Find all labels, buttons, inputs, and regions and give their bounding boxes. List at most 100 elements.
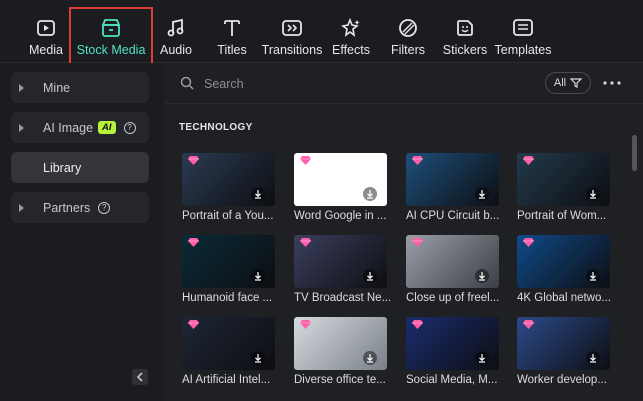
sidebar-item-label: Partners xyxy=(43,200,91,215)
help-icon[interactable]: ? xyxy=(98,201,111,214)
tab-titles[interactable]: Titles xyxy=(212,0,252,62)
sidebar-item-label: Library xyxy=(43,160,82,175)
thumbnail[interactable] xyxy=(294,317,387,370)
premium-gem-icon xyxy=(188,320,199,329)
media-caption: Diverse office te... xyxy=(294,374,386,386)
stickers-icon xyxy=(455,14,475,42)
media-card[interactable]: 4K Global netwo... xyxy=(517,235,611,304)
thumbnail[interactable] xyxy=(406,153,499,206)
thumbnail[interactable] xyxy=(294,235,387,288)
filters-icon xyxy=(398,14,418,42)
tab-filters[interactable]: Filters xyxy=(388,0,428,62)
tab-transitions[interactable]: Transitions xyxy=(262,0,322,62)
media-card[interactable]: Worker develop... xyxy=(517,317,611,386)
media-caption: Portrait of a You... xyxy=(182,210,274,222)
media-card[interactable]: AI Artificial Intel... xyxy=(182,317,276,386)
download-icon[interactable] xyxy=(475,269,489,283)
stock-media-icon xyxy=(100,14,122,42)
more-icon xyxy=(603,81,621,85)
download-icon[interactable] xyxy=(586,269,600,283)
collapse-sidebar-button[interactable] xyxy=(132,369,148,385)
premium-gem-icon xyxy=(300,156,311,165)
media-card[interactable]: Portrait of a You... xyxy=(182,153,276,222)
transitions-icon xyxy=(281,14,303,42)
thumbnail[interactable] xyxy=(182,317,275,370)
premium-gem-icon xyxy=(188,238,199,247)
sidebar-item-partners[interactable]: Partners ? xyxy=(11,192,149,223)
download-icon[interactable] xyxy=(251,187,265,201)
sidebar-item-label: AI Image xyxy=(43,120,94,135)
download-icon[interactable] xyxy=(251,269,265,283)
expand-arrow-icon xyxy=(19,203,24,212)
media-card[interactable]: Humanoid face ... xyxy=(182,235,276,304)
media-caption: Close up of freel... xyxy=(406,292,500,304)
expand-arrow-icon xyxy=(19,123,24,132)
media-card[interactable]: Diverse office te... xyxy=(294,317,388,386)
section-title: TECHNOLOGY xyxy=(179,122,253,133)
premium-gem-icon xyxy=(523,320,534,329)
media-caption: AI Artificial Intel... xyxy=(182,374,271,386)
tab-media[interactable]: Media xyxy=(26,0,66,62)
premium-gem-icon xyxy=(412,320,423,329)
premium-gem-icon xyxy=(300,320,311,329)
premium-gem-icon xyxy=(300,238,311,247)
download-icon[interactable] xyxy=(475,187,489,201)
download-icon[interactable] xyxy=(363,187,377,201)
top-toolbar: Media Stock Media Audio Titles Transitio… xyxy=(0,0,643,65)
download-icon[interactable] xyxy=(475,351,489,365)
tab-audio[interactable]: Audio xyxy=(156,0,196,62)
tab-stock-media[interactable]: Stock Media xyxy=(76,0,146,62)
titles-icon xyxy=(222,14,242,42)
help-icon[interactable]: ? xyxy=(123,121,136,134)
templates-icon xyxy=(512,14,534,42)
media-icon xyxy=(36,14,56,42)
media-caption: 4K Global netwo... xyxy=(517,292,611,304)
tab-label: Transitions xyxy=(261,43,323,57)
thumbnail[interactable] xyxy=(517,317,610,370)
premium-gem-icon xyxy=(523,156,534,165)
thumbnail[interactable] xyxy=(406,235,499,288)
download-icon[interactable] xyxy=(363,351,377,365)
sidebar-item-mine[interactable]: Mine xyxy=(11,72,149,103)
tab-stickers[interactable]: Stickers xyxy=(442,0,488,62)
tab-templates[interactable]: Templates xyxy=(495,0,552,62)
more-options-button[interactable] xyxy=(602,75,622,91)
download-icon[interactable] xyxy=(363,269,377,283)
media-card[interactable]: Portrait of Wom... xyxy=(517,153,611,222)
sidebar-item-library[interactable]: Library xyxy=(11,152,149,183)
scrollbar[interactable] xyxy=(632,135,637,171)
search-input[interactable] xyxy=(202,74,486,94)
thumbnail[interactable] xyxy=(294,153,387,206)
thumbnail[interactable] xyxy=(182,153,275,206)
tab-label: Effects xyxy=(332,43,370,57)
media-card[interactable]: Social Media, M... xyxy=(406,317,500,386)
expand-arrow-icon xyxy=(19,83,24,92)
filter-icon xyxy=(570,78,583,88)
media-card[interactable]: Close up of freel... xyxy=(406,235,500,304)
audio-icon xyxy=(166,14,186,42)
media-card[interactable]: Word Google in ... xyxy=(294,153,388,222)
media-caption: Word Google in ... xyxy=(294,210,387,222)
tab-label: Audio xyxy=(160,43,192,57)
media-caption: TV Broadcast Ne... xyxy=(294,292,390,304)
tab-label: Media xyxy=(28,43,64,57)
thumbnail[interactable] xyxy=(517,153,610,206)
effects-icon xyxy=(340,14,362,42)
thumbnail[interactable] xyxy=(517,235,610,288)
tab-label: Filters xyxy=(390,43,426,57)
search-bar: All xyxy=(164,63,643,104)
search-icon xyxy=(180,76,194,90)
thumbnail[interactable] xyxy=(182,235,275,288)
thumbnail[interactable] xyxy=(406,317,499,370)
download-icon[interactable] xyxy=(586,351,600,365)
media-card[interactable]: TV Broadcast Ne... xyxy=(294,235,390,304)
sidebar-item-ai-image[interactable]: AI Image AI ? xyxy=(11,112,149,143)
sidebar: Mine AI Image AI ? Library Partners ? xyxy=(0,63,163,401)
media-card[interactable]: AI CPU Circuit b... xyxy=(406,153,500,222)
filter-button[interactable]: All xyxy=(545,72,591,94)
download-icon[interactable] xyxy=(586,187,600,201)
media-caption: Humanoid face ... xyxy=(182,292,273,304)
download-icon[interactable] xyxy=(251,351,265,365)
sidebar-item-label: Mine xyxy=(43,80,71,95)
tab-effects[interactable]: Effects xyxy=(331,0,371,62)
